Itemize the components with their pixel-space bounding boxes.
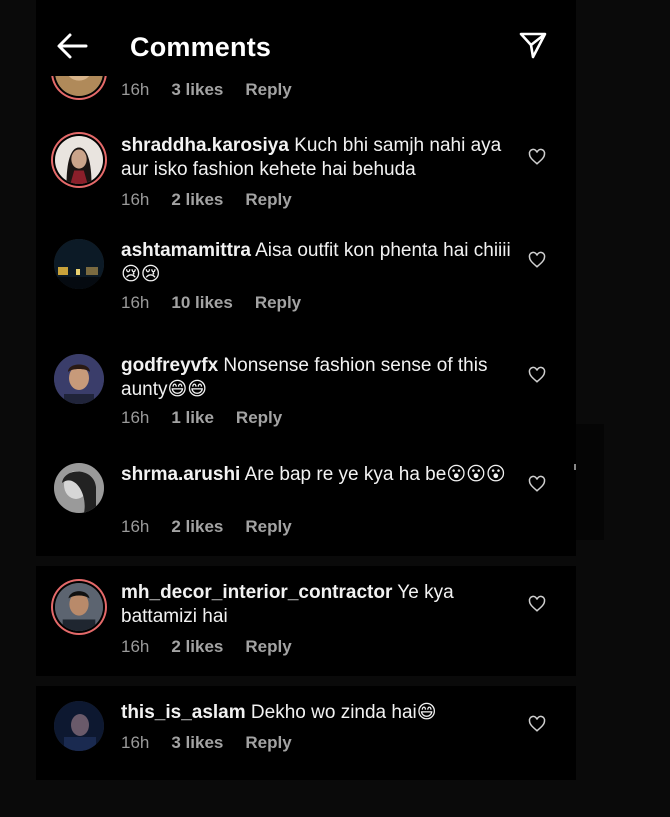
reply-button[interactable]: Reply bbox=[255, 293, 301, 312]
comment-meta: 16h 2 likes Reply bbox=[121, 190, 314, 210]
comment-text: ashtamamittra Aisa outfit kon phenta hai… bbox=[121, 239, 521, 287]
heart-icon[interactable] bbox=[528, 251, 546, 269]
comment-meta: 16h 3 likes Reply bbox=[121, 80, 314, 100]
reply-button[interactable]: Reply bbox=[245, 517, 291, 536]
avatar[interactable] bbox=[55, 136, 103, 184]
comment-username[interactable]: this_is_aslam bbox=[121, 702, 246, 723]
comment-body: Aisa outfit kon phenta hai chiiii bbox=[255, 240, 511, 261]
avatar[interactable] bbox=[54, 463, 104, 513]
likes-count[interactable]: 10 likes bbox=[171, 293, 232, 312]
likes-count[interactable]: 3 likes bbox=[171, 80, 223, 99]
comment-username[interactable]: shrma.arushi bbox=[121, 464, 240, 485]
comment-time: 16h bbox=[121, 80, 150, 99]
comment-username[interactable]: godfreyvfx bbox=[121, 355, 218, 376]
comment-meta: 16h 1 like Reply bbox=[121, 408, 304, 428]
reply-button[interactable]: Reply bbox=[245, 733, 291, 752]
send-icon[interactable] bbox=[518, 30, 548, 60]
side-overlay bbox=[576, 424, 604, 540]
comment-time: 16h bbox=[121, 293, 150, 312]
comment-time: 16h bbox=[121, 637, 150, 656]
comment-emojis: 😮😮😮 bbox=[446, 464, 506, 485]
heart-icon[interactable] bbox=[528, 595, 546, 613]
comment-meta: 16h 3 likes Reply bbox=[121, 733, 314, 753]
reply-button[interactable]: Reply bbox=[236, 408, 282, 427]
header: Comments bbox=[36, 0, 576, 76]
scroll-indicator[interactable] bbox=[574, 464, 576, 470]
comment-username[interactable]: mh_decor_interior_contractor bbox=[121, 582, 392, 603]
heart-icon[interactable] bbox=[528, 715, 546, 733]
avatar[interactable] bbox=[54, 354, 104, 404]
heart-icon[interactable] bbox=[528, 148, 546, 166]
reply-button[interactable]: Reply bbox=[245, 637, 291, 656]
comment-username[interactable]: ashtamamittra bbox=[121, 240, 251, 261]
comment-username[interactable]: shraddha.karosiya bbox=[121, 135, 289, 156]
comment-time: 16h bbox=[121, 408, 150, 427]
comment-emojis: 😢😢 bbox=[121, 264, 161, 285]
likes-count[interactable]: 3 likes bbox=[171, 733, 223, 752]
avatar[interactable] bbox=[54, 239, 104, 289]
reply-button[interactable]: Reply bbox=[245, 80, 291, 99]
avatar[interactable] bbox=[54, 701, 104, 751]
comment-text: godfreyvfx Nonsense fashion sense of thi… bbox=[121, 354, 521, 402]
comment-text: shrma.arushi Are bap re ye kya ha be😮😮😮 bbox=[121, 463, 521, 487]
likes-count[interactable]: 2 likes bbox=[171, 637, 223, 656]
comment-body: Dekho wo zinda hai bbox=[250, 702, 417, 723]
heart-icon[interactable] bbox=[528, 475, 546, 493]
arrow-left-icon[interactable] bbox=[56, 32, 88, 60]
likes-count[interactable]: 2 likes bbox=[171, 517, 223, 536]
comment-emojis: 😄 bbox=[416, 702, 437, 723]
comment-meta: 16h 10 likes Reply bbox=[121, 293, 323, 313]
likes-count[interactable]: 2 likes bbox=[171, 190, 223, 209]
comment-meta: 16h 2 likes Reply bbox=[121, 637, 314, 657]
comment-emojis: 😄😄 bbox=[167, 379, 208, 400]
comment-text: mh_decor_interior_contractor Ye kya batt… bbox=[121, 581, 521, 629]
reply-button[interactable]: Reply bbox=[245, 190, 291, 209]
comment-meta: 16h 2 likes Reply bbox=[121, 517, 314, 537]
comment-text: shraddha.karosiya Kuch bhi samjh nahi ay… bbox=[121, 134, 521, 182]
heart-icon[interactable] bbox=[528, 366, 546, 384]
comment-text: this_is_aslam Dekho wo zinda hai😄 bbox=[121, 701, 521, 725]
avatar[interactable] bbox=[55, 583, 103, 631]
page-title: Comments bbox=[130, 32, 272, 62]
comment-time: 16h bbox=[121, 733, 150, 752]
likes-count[interactable]: 1 like bbox=[171, 408, 214, 427]
comment-body: Are bap re ye kya ha be bbox=[244, 464, 447, 485]
comment-time: 16h bbox=[121, 517, 150, 536]
comment-time: 16h bbox=[121, 190, 150, 209]
